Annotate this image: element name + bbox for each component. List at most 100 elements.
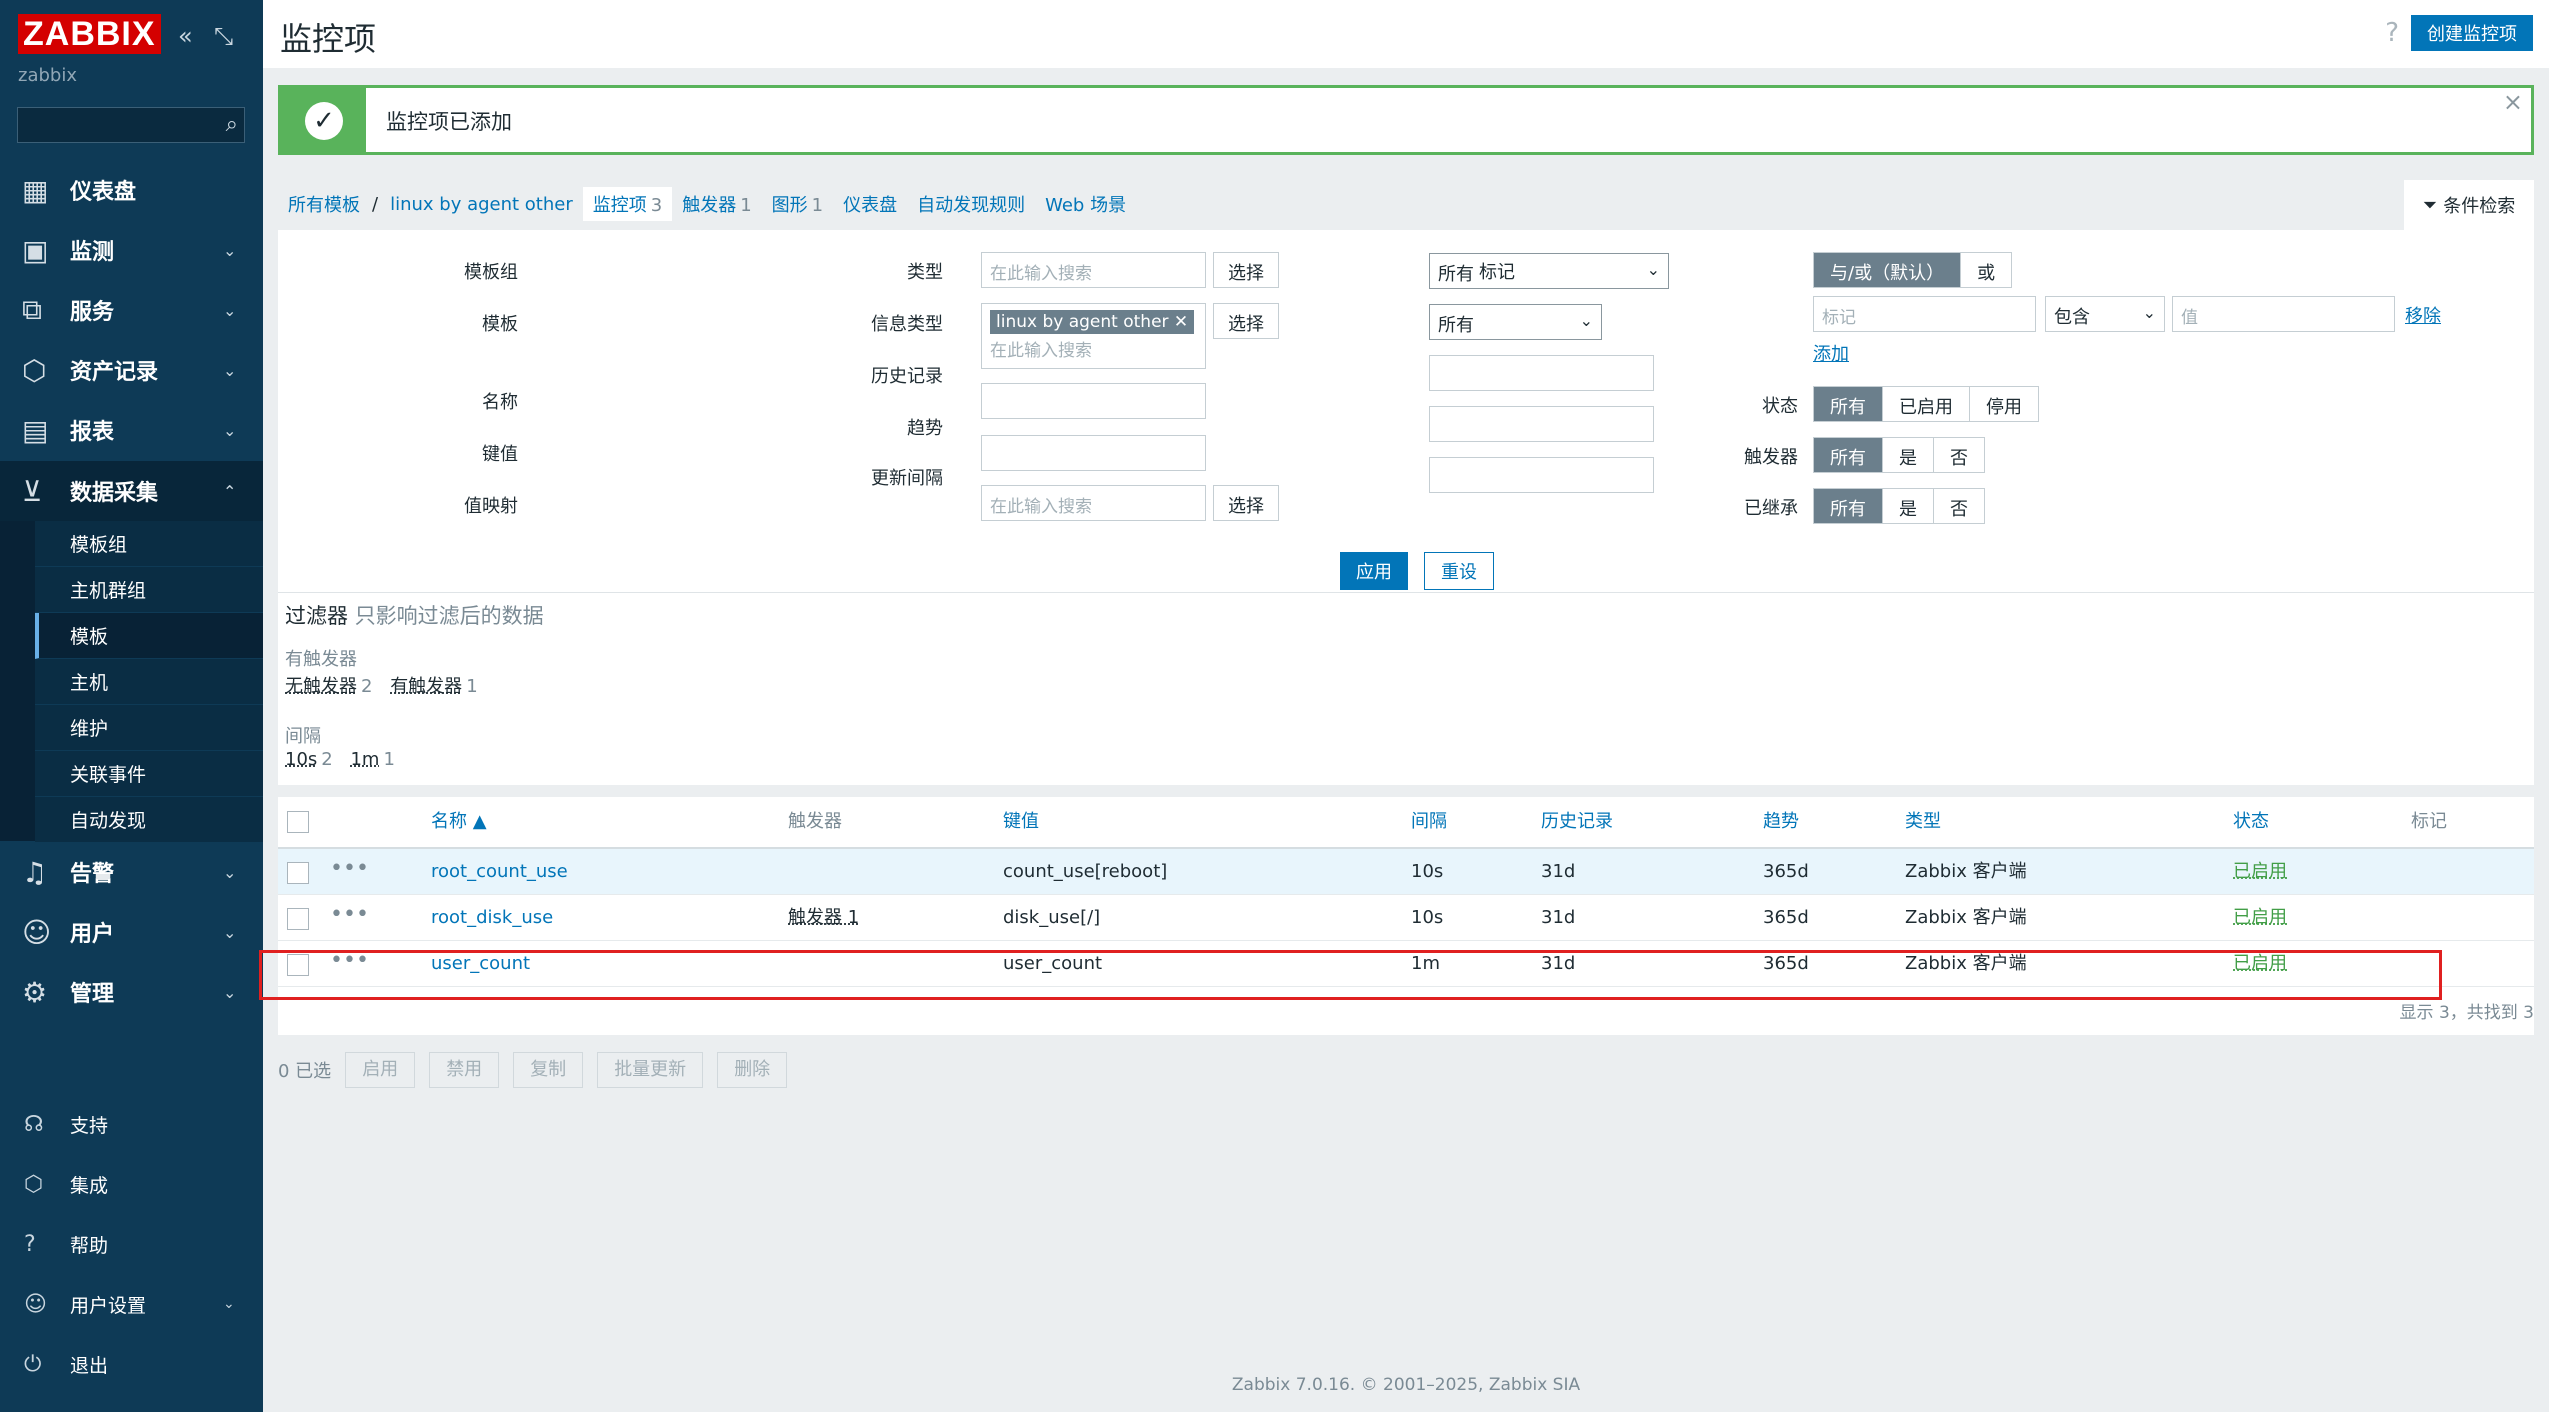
create-item-button[interactable]: 创建监控项 (2411, 15, 2533, 51)
inherited-all[interactable]: 所有 (1814, 489, 1883, 523)
tab-web-scenarios[interactable]: Web 场景 (1035, 191, 1136, 217)
tag-value-input[interactable]: 值 (2172, 296, 2395, 332)
nav-sign-out[interactable]: ⏻ 退出 (0, 1339, 263, 1389)
status-disabled[interactable]: 停用 (1970, 387, 2038, 421)
inherited-no[interactable]: 否 (1934, 489, 1984, 523)
template-group-select-button[interactable]: 选择 (1213, 252, 1279, 288)
triggers-no[interactable]: 否 (1934, 438, 1984, 472)
tags-operator-toggle: 与/或（默认） 或 (1813, 252, 2013, 288)
update-interval-input[interactable] (1429, 457, 1654, 493)
copy-button[interactable]: 复制 (513, 1052, 584, 1088)
column-interval[interactable]: 间隔 (1411, 797, 1447, 847)
and-or-option[interactable]: 与/或（默认） (1814, 253, 1962, 287)
nav-users[interactable]: ☺ 用户 ⌄ (0, 902, 263, 962)
tab-graphs[interactable]: 图形 1 (762, 191, 833, 217)
name-input[interactable] (981, 383, 1206, 419)
column-history[interactable]: 历史记录 (1541, 797, 1613, 847)
kiosk-mode-icon[interactable]: ⤡ (214, 22, 233, 50)
subnav-template-groups[interactable]: 模板组 (35, 521, 263, 567)
nav-administration[interactable]: ⚙ 管理 ⌄ (0, 962, 263, 1022)
table-row: ••• root_disk_use 触发器 1 disk_use[/] 10s … (278, 895, 2534, 941)
more-options-icon[interactable]: ••• (330, 895, 369, 935)
select-all-checkbox[interactable] (287, 811, 309, 833)
subnav-event-correlation[interactable]: 关联事件 (35, 751, 263, 797)
tab-items[interactable]: 监控项 3 (582, 187, 673, 221)
history-input[interactable] (1429, 355, 1654, 391)
enable-button[interactable]: 启用 (345, 1052, 416, 1088)
tab-triggers[interactable]: 触发器 1 (672, 191, 761, 217)
key-input[interactable] (981, 435, 1206, 471)
search-icon[interactable]: ⌕ (226, 112, 238, 137)
no-triggers-link[interactable]: 无触发器 (285, 676, 357, 697)
add-tag-link[interactable]: 添加 (1813, 340, 1849, 366)
subnav-templates[interactable]: 模板 (35, 613, 263, 659)
template-select-button[interactable]: 选择 (1213, 303, 1279, 339)
interval-1m-link[interactable]: 1m (350, 749, 379, 770)
nav-user-settings[interactable]: ☺ 用户设置 ⌄ (0, 1279, 263, 1329)
nav-support[interactable]: ☊ 支持 (0, 1099, 263, 1149)
nav-alerts[interactable]: ♫ 告警 ⌄ (0, 842, 263, 902)
column-trends[interactable]: 趋势 (1763, 797, 1799, 847)
help-icon[interactable]: ? (2385, 18, 2399, 48)
or-option[interactable]: 或 (1961, 253, 2012, 287)
valuemap-input[interactable]: 在此输入搜索 (981, 485, 1206, 521)
sidebar-search-input[interactable]: ⌕ (17, 107, 245, 143)
template-group-input[interactable]: 在此输入搜索 (981, 252, 1206, 288)
row-checkbox[interactable] (287, 908, 309, 930)
column-key[interactable]: 键值 (1003, 797, 1039, 847)
more-options-icon[interactable]: ••• (330, 849, 369, 889)
remove-tag-link[interactable]: 移除 (2405, 302, 2441, 328)
remove-chip-icon[interactable]: ✕ (1174, 312, 1188, 332)
valuemap-select-button[interactable]: 选择 (1213, 485, 1279, 521)
status-all[interactable]: 所有 (1814, 387, 1883, 421)
nav-inventory[interactable]: ⬡ 资产记录 ⌄ (0, 340, 263, 400)
nav-dashboards[interactable]: ▦ 仪表盘 (0, 160, 263, 220)
reset-button[interactable]: 重设 (1424, 552, 1494, 590)
headset-icon: ☊ (24, 1111, 44, 1137)
breadcrumb-template[interactable]: linux by agent other (380, 194, 583, 215)
triggers-toggle: 所有 是 否 (1813, 437, 1985, 473)
subnav-host-groups[interactable]: 主机群组 (35, 567, 263, 613)
triggers-all[interactable]: 所有 (1814, 438, 1883, 472)
info-type-select[interactable]: 所有 ⌄ (1429, 304, 1602, 340)
highlight-box (259, 950, 2442, 1000)
nav-reports[interactable]: ▤ 报表 ⌄ (0, 400, 263, 460)
nav-services[interactable]: ⧉ 服务 ⌄ (0, 280, 263, 340)
interval-10s-link[interactable]: 10s (285, 749, 317, 770)
zabbix-logo[interactable]: ZABBIX (18, 14, 161, 54)
nav-monitoring[interactable]: ▣ 监测 ⌄ (0, 220, 263, 280)
column-type[interactable]: 类型 (1905, 797, 1941, 847)
subnav-maintenance[interactable]: 维护 (35, 705, 263, 751)
trends-input[interactable] (1429, 406, 1654, 442)
delete-button[interactable]: 删除 (717, 1052, 788, 1088)
success-message-text: 监控项已添加 (386, 110, 512, 134)
filter-tab[interactable]: ⏷ 条件检索 (2404, 180, 2534, 230)
template-input[interactable]: linux by agent other ✕ 在此输入搜索 (981, 303, 1206, 369)
collapse-sidebar-icon[interactable]: « (178, 22, 193, 50)
subnav-discovery[interactable]: 自动发现 (35, 797, 263, 843)
tag-name-input[interactable]: 标记 (1813, 296, 2036, 332)
nav-help[interactable]: ? 帮助 (0, 1219, 263, 1269)
close-icon[interactable]: × (2503, 88, 2523, 116)
tag-operator-select[interactable]: 包含 ⌄ (2045, 296, 2165, 332)
disable-button[interactable]: 禁用 (429, 1052, 500, 1088)
breadcrumb-all-templates[interactable]: 所有模板 (278, 191, 370, 217)
subnav-hosts[interactable]: 主机 (35, 659, 263, 705)
chevron-down-icon: ⌄ (223, 862, 237, 882)
with-triggers-link[interactable]: 有触发器 (390, 676, 462, 697)
row-checkbox[interactable] (287, 862, 309, 884)
column-name[interactable]: 名称 ▲ (431, 797, 487, 847)
mass-update-button[interactable]: 批量更新 (597, 1052, 704, 1088)
triggers-yes[interactable]: 是 (1883, 438, 1934, 472)
inherited-yes[interactable]: 是 (1883, 489, 1934, 523)
column-status[interactable]: 状态 (2233, 797, 2269, 847)
tab-discovery-rules[interactable]: 自动发现规则 (907, 191, 1035, 217)
table-row: ••• root_count_use count_use[reboot] 10s… (278, 849, 2534, 895)
user-icon: ☺ (24, 1291, 47, 1317)
nav-data-collection[interactable]: ⊻ 数据采集 ⌃ (0, 461, 263, 521)
nav-integrations[interactable]: ⬡ 集成 (0, 1159, 263, 1209)
tab-dashboards[interactable]: 仪表盘 (833, 191, 907, 217)
apply-button[interactable]: 应用 (1340, 552, 1408, 590)
status-enabled[interactable]: 已启用 (1883, 387, 1970, 421)
filter-icon: ⏷ (2422, 194, 2438, 216)
